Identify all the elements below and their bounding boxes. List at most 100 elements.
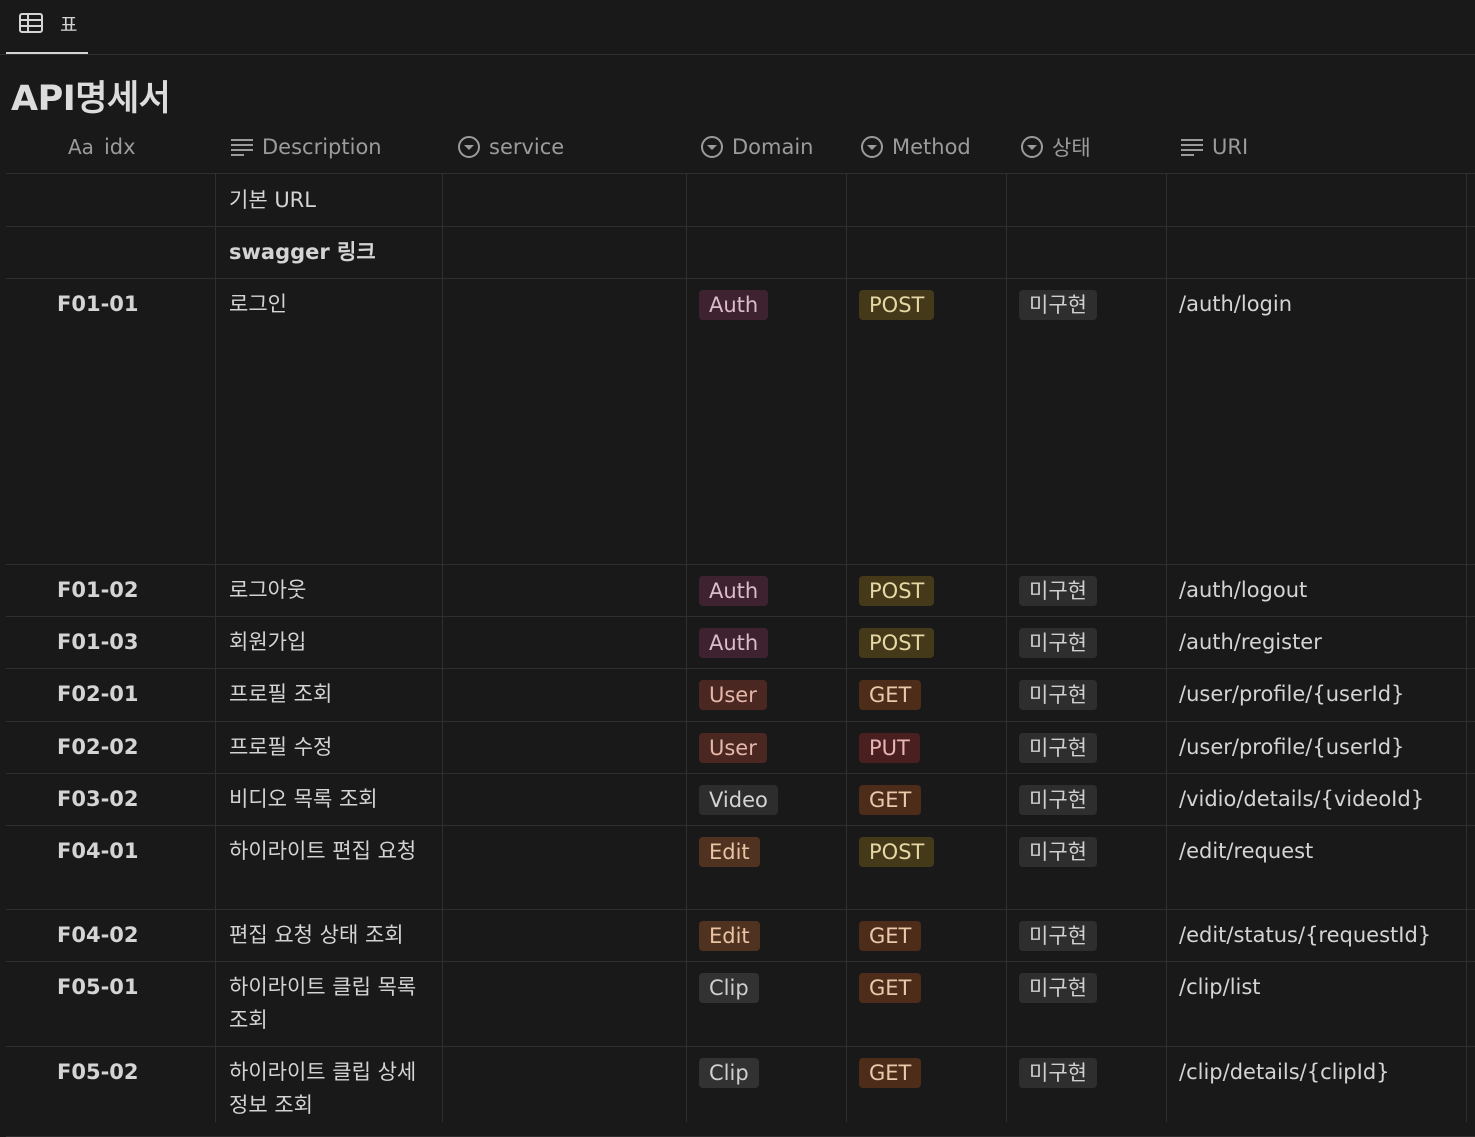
cell-uri: /clip/list (1179, 975, 1261, 999)
cell-uri: /auth/logout (1179, 578, 1308, 602)
table-row[interactable]: F02-02 프로필 수정 User PUT 미구현/user/profile/{use… (6, 721, 1475, 774)
method-tag[interactable]: GET (859, 1058, 922, 1088)
cell-uri: /user/profile/{userId} (1179, 735, 1405, 759)
table-row[interactable]: F04-02 편집 요청 상태 조회 Edit GET 미구현/edit/status/… (6, 909, 1475, 962)
status-tag[interactable]: 미구현 (1019, 680, 1097, 710)
status-tag[interactable]: 미구현 (1019, 973, 1097, 1003)
domain-tag[interactable]: Edit (699, 921, 760, 951)
table-row[interactable]: F02-01 프로필 조회 User GET 미구현/user/profile/{use… (6, 668, 1475, 722)
domain-tag[interactable]: Auth (699, 290, 769, 320)
status-tag[interactable]: 미구현 (1019, 785, 1097, 815)
cell-description: 회원가입 (229, 630, 307, 654)
cell-idx: F04-01 (57, 839, 139, 863)
cell-description: 로그아웃 (229, 578, 307, 602)
method-tag[interactable]: POST (859, 837, 935, 867)
domain-tag[interactable]: User (699, 733, 767, 763)
status-tag[interactable]: 미구현 (1019, 628, 1097, 658)
method-tag[interactable]: POST (859, 576, 935, 606)
column-header-uri[interactable]: URI (1180, 132, 1248, 162)
table-row[interactable]: 기본 URL (6, 174, 1475, 227)
domain-tag[interactable]: Clip (699, 1058, 759, 1088)
cell-idx: F02-02 (57, 735, 139, 759)
select-property-icon (861, 136, 883, 158)
column-header-label: 상태 (1052, 136, 1091, 160)
cell-uri: /auth/login (1179, 292, 1293, 316)
cell-description: swagger 링크 (229, 240, 376, 264)
status-tag[interactable]: 미구현 (1019, 290, 1097, 320)
cell-idx: F05-01 (57, 975, 139, 999)
cell-idx: F04-02 (57, 923, 139, 947)
method-tag[interactable]: GET (859, 973, 922, 1003)
table-row[interactable]: F04-01 하이라이트 편집 요청 Edit POST 미구현/edit/reques… (6, 825, 1475, 910)
table-row[interactable]: F03-02 비디오 목록 조회 Video GET 미구현/vidio/details… (6, 773, 1475, 826)
cell-uri: /auth/register (1179, 630, 1322, 654)
cell-idx: F05-02 (57, 1060, 139, 1084)
title-property-icon: Aa (68, 135, 94, 159)
column-header-label: URI (1212, 135, 1249, 159)
column-header-status[interactable]: 상태 (1020, 132, 1091, 162)
text-property-icon (231, 139, 253, 156)
tab-table-view[interactable]: 표 (6, 0, 88, 54)
method-tag[interactable]: GET (859, 680, 922, 710)
cell-idx: F01-03 (57, 630, 139, 654)
table-row[interactable]: F01-02 로그아웃 Auth POST 미구현/auth/logout (6, 564, 1475, 617)
cell-description: 로그인 (229, 292, 287, 316)
status-tag[interactable]: 미구현 (1019, 1058, 1097, 1088)
cell-description: 기본 URL (229, 188, 316, 212)
cell-description: 하이라이트 편집 요청 (229, 839, 417, 863)
cell-uri: /edit/status/{requestId} (1179, 923, 1432, 947)
method-tag[interactable]: POST (859, 290, 935, 320)
status-tag[interactable]: 미구현 (1019, 576, 1097, 606)
cell-uri: /edit/request (1179, 839, 1314, 863)
cell-description: 프로필 수정 (229, 735, 333, 759)
method-tag[interactable]: PUT (859, 733, 920, 763)
cell-idx: F01-01 (57, 292, 139, 316)
column-header-label: service (489, 135, 565, 159)
table-row[interactable]: swagger 링크 (6, 226, 1475, 279)
select-property-icon (458, 136, 480, 158)
table-row[interactable]: F05-01 하이라이트 클립 목록 조회 Clip GET 미구현/clip/list (6, 961, 1475, 1047)
domain-tag[interactable]: Clip (699, 973, 759, 1003)
column-header-service[interactable]: service (457, 132, 564, 162)
cell-uri: /user/profile/{userId} (1179, 682, 1405, 706)
column-header-label: Domain (732, 135, 814, 159)
cell-description: 프로필 조회 (229, 682, 333, 706)
method-tag[interactable]: POST (859, 628, 935, 658)
cell-uri: /clip/details/{clipId} (1179, 1060, 1390, 1084)
cell-idx: F02-01 (57, 682, 139, 706)
column-header-label: Description (262, 135, 382, 159)
cell-description: 편집 요청 상태 조회 (229, 923, 404, 947)
domain-tag[interactable]: Auth (699, 576, 769, 606)
method-tag[interactable]: GET (859, 921, 922, 951)
method-tag[interactable]: GET (859, 785, 922, 815)
page-title: API명세서 (11, 79, 171, 119)
text-property-icon (1181, 139, 1203, 156)
select-property-icon (1021, 136, 1043, 158)
table-row[interactable]: F01-01 로그인 Auth POST 미구현/auth/login (6, 278, 1475, 565)
domain-tag[interactable]: User (699, 680, 767, 710)
column-header-method[interactable]: Method (860, 132, 971, 162)
domain-tag[interactable]: Video (699, 785, 778, 815)
tab-label: 표 (60, 14, 78, 36)
status-tag[interactable]: 미구현 (1019, 733, 1097, 763)
table-icon (19, 13, 43, 33)
cell-description: 비디오 목록 조회 (229, 787, 378, 811)
cell-description: 하이라이트 클립 목록 조회 (229, 975, 417, 1032)
domain-tag[interactable]: Auth (699, 628, 769, 658)
column-header-idx[interactable]: Aa idx (68, 132, 136, 162)
cell-description: 하이라이트 클립 상세 정보 조회 (229, 1060, 417, 1117)
cell-idx: F03-02 (57, 787, 139, 811)
status-tag[interactable]: 미구현 (1019, 837, 1097, 867)
cell-idx: F01-02 (57, 578, 139, 602)
column-header-label: Method (892, 135, 971, 159)
status-tag[interactable]: 미구현 (1019, 921, 1097, 951)
column-header-description[interactable]: Description (230, 132, 382, 162)
select-property-icon (701, 136, 723, 158)
cell-uri: /vidio/details/{videoId} (1179, 787, 1425, 811)
domain-tag[interactable]: Edit (699, 837, 760, 867)
column-header-label: idx (103, 135, 136, 159)
view-tab-bar: 표 (0, 0, 1475, 55)
table-row[interactable]: F05-02 하이라이트 클립 상세 정보 조회 Clip GET 미구현/clip/d… (6, 1046, 1475, 1137)
column-header-domain[interactable]: Domain (700, 132, 814, 162)
table-row[interactable]: F01-03 회원가입 Auth POST 미구현/auth/register (6, 616, 1475, 669)
